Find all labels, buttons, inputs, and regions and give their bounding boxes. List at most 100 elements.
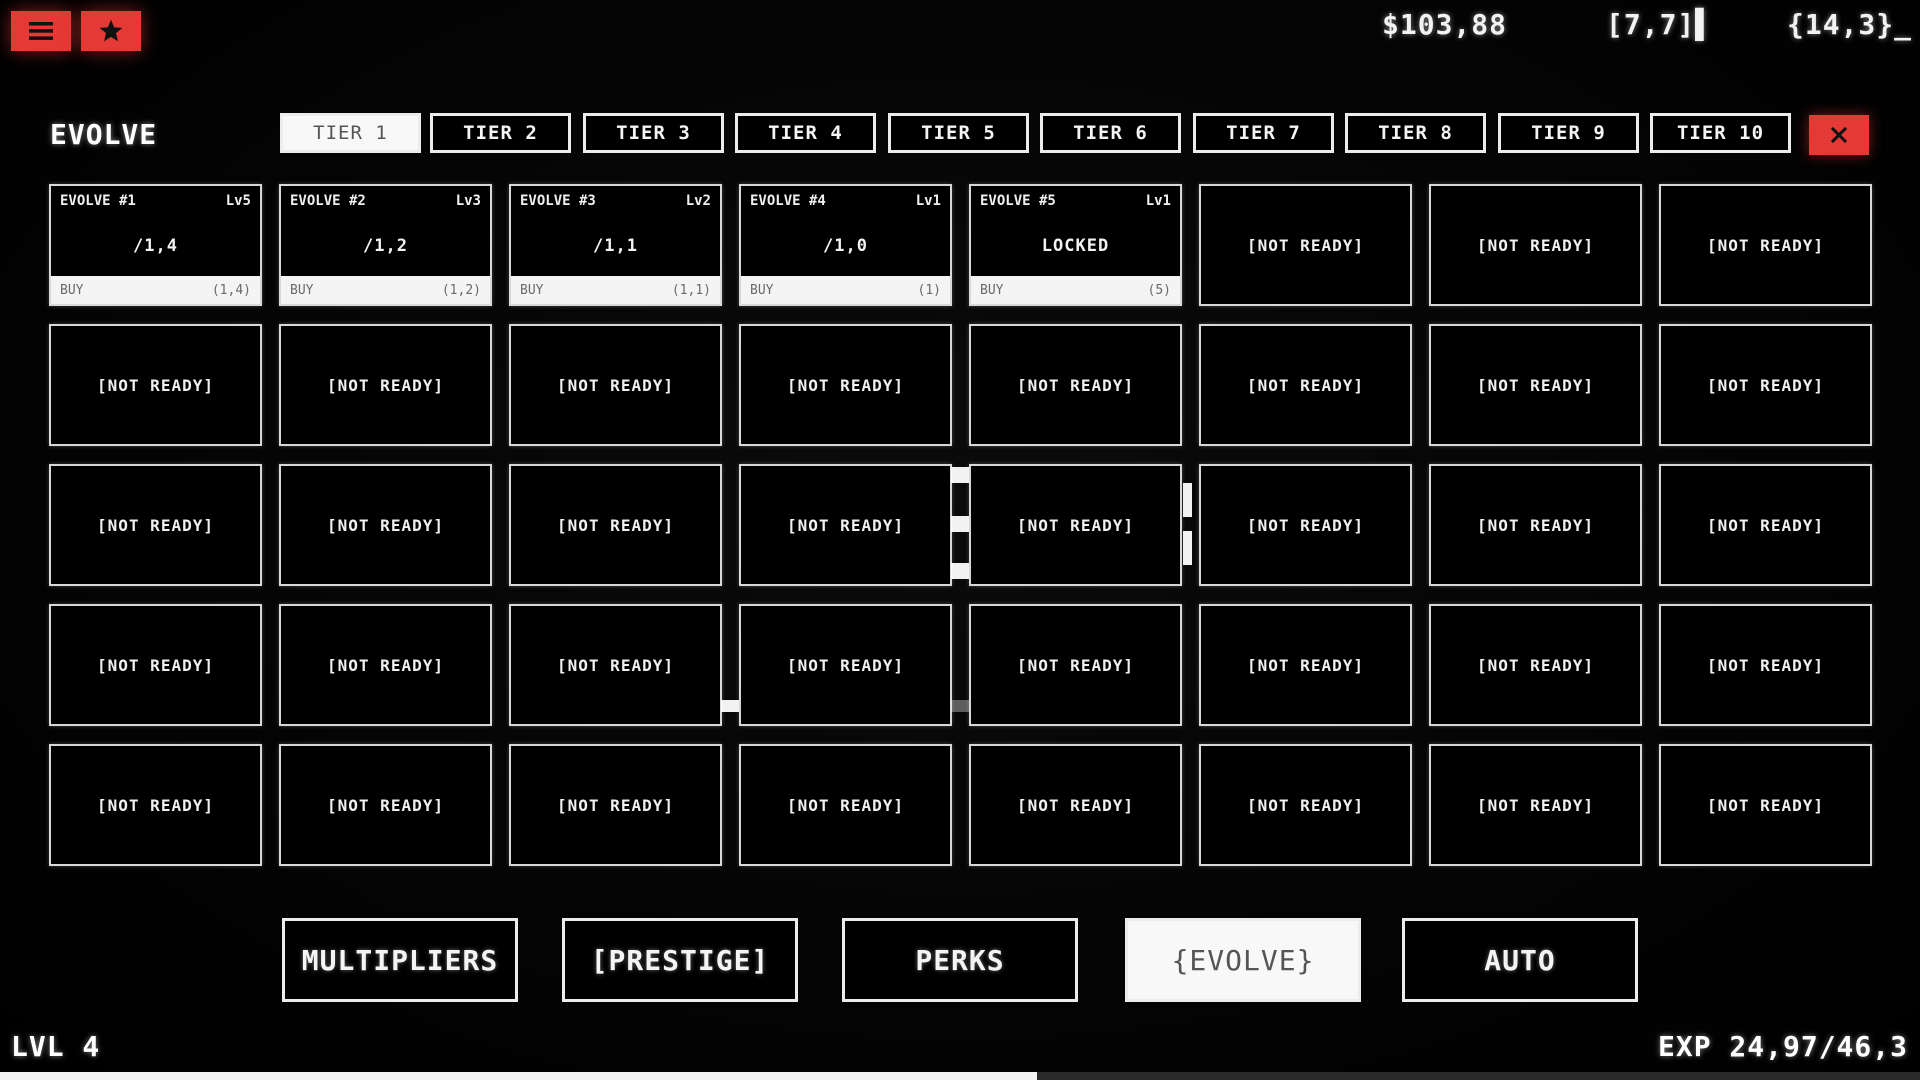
glitch-artifact xyxy=(1183,531,1192,565)
locked-slot[interactable]: [NOT READY] xyxy=(969,744,1182,866)
tier-tab-7[interactable]: TIER 7 xyxy=(1193,113,1334,153)
locked-slot[interactable]: [NOT READY] xyxy=(279,324,492,446)
experience-bar xyxy=(0,1072,1920,1080)
section-title: EVOLVE xyxy=(50,118,158,151)
not-ready-label: [NOT READY] xyxy=(557,655,674,675)
locked-slot[interactable]: [NOT READY] xyxy=(49,744,262,866)
locked-slot[interactable]: [NOT READY] xyxy=(739,604,952,726)
locked-slot[interactable]: [NOT READY] xyxy=(1429,744,1642,866)
locked-slot[interactable]: [NOT READY] xyxy=(1659,604,1872,726)
upgrade-level: Lv5 xyxy=(225,193,251,209)
tier-tab-5[interactable]: TIER 5 xyxy=(888,113,1029,153)
tier-tab-1[interactable]: TIER 1 xyxy=(280,113,421,153)
buy-button[interactable]: BUY (1,2) xyxy=(281,276,490,304)
not-ready-label: [NOT READY] xyxy=(1477,235,1594,255)
menu-button[interactable] xyxy=(11,11,71,51)
locked-slot[interactable]: [NOT READY] xyxy=(279,464,492,586)
buy-button[interactable]: BUY (5) xyxy=(971,276,1180,304)
locked-slot[interactable]: [NOT READY] xyxy=(969,604,1182,726)
locked-slot[interactable]: [NOT READY] xyxy=(279,744,492,866)
upgrade-name: EVOLVE #1 xyxy=(60,193,136,209)
locked-slot[interactable]: [NOT READY] xyxy=(509,464,722,586)
locked-slot[interactable]: [NOT READY] xyxy=(1199,184,1412,306)
locked-slot[interactable]: [NOT READY] xyxy=(1429,324,1642,446)
locked-slot[interactable]: [NOT READY] xyxy=(49,324,262,446)
upgrade-header: EVOLVE #1 Lv5 xyxy=(60,193,251,209)
not-ready-label: [NOT READY] xyxy=(1477,655,1594,675)
multipliers-nav-button[interactable]: MULTIPLIERS xyxy=(282,918,518,1002)
upgrade-name: EVOLVE #2 xyxy=(290,193,366,209)
tier-tab-9[interactable]: TIER 9 xyxy=(1498,113,1639,153)
upgrade-card[interactable]: EVOLVE #4 Lv1/1,0 BUY (1) xyxy=(739,184,952,306)
prestige-nav-button[interactable]: [PRESTIGE] xyxy=(562,918,798,1002)
upgrade-value: LOCKED xyxy=(1041,236,1110,256)
locked-slot[interactable]: [NOT READY] xyxy=(509,744,722,866)
upgrade-header: EVOLVE #5 Lv1 xyxy=(980,193,1171,209)
upgrade-card[interactable]: EVOLVE #3 Lv2/1,1 BUY (1,1) xyxy=(509,184,722,306)
auto-nav-button[interactable]: AUTO xyxy=(1402,918,1638,1002)
locked-slot[interactable]: [NOT READY] xyxy=(1199,744,1412,866)
locked-slot[interactable]: [NOT READY] xyxy=(1429,464,1642,586)
locked-slot[interactable]: [NOT READY] xyxy=(1199,324,1412,446)
not-ready-label: [NOT READY] xyxy=(1247,375,1364,395)
locked-slot[interactable]: [NOT READY] xyxy=(1659,464,1872,586)
tier-tab-8[interactable]: TIER 8 xyxy=(1345,113,1486,153)
not-ready-label: [NOT READY] xyxy=(1477,375,1594,395)
buy-button[interactable]: BUY (1) xyxy=(741,276,950,304)
locked-slot[interactable]: [NOT READY] xyxy=(509,324,722,446)
not-ready-label: [NOT READY] xyxy=(1707,655,1824,675)
not-ready-label: [NOT READY] xyxy=(1477,515,1594,535)
locked-slot[interactable]: [NOT READY] xyxy=(969,464,1182,586)
upgrade-level: Lv1 xyxy=(915,193,941,209)
coordinate-b: {14,3}_ xyxy=(1787,8,1913,41)
locked-slot[interactable]: [NOT READY] xyxy=(279,604,492,726)
not-ready-label: [NOT READY] xyxy=(1247,655,1364,675)
upgrade-card[interactable]: EVOLVE #1 Lv5/1,4 BUY (1,4) xyxy=(49,184,262,306)
locked-slot[interactable]: [NOT READY] xyxy=(1429,184,1642,306)
perks-nav-button[interactable]: PERKS xyxy=(842,918,1078,1002)
upgrade-level: Lv1 xyxy=(1145,193,1171,209)
favorites-button[interactable] xyxy=(81,11,141,51)
not-ready-label: [NOT READY] xyxy=(557,515,674,535)
not-ready-label: [NOT READY] xyxy=(1247,235,1364,255)
locked-slot[interactable]: [NOT READY] xyxy=(49,464,262,586)
locked-slot[interactable]: [NOT READY] xyxy=(969,324,1182,446)
upgrade-card[interactable]: EVOLVE #2 Lv3/1,2 BUY (1,2) xyxy=(279,184,492,306)
tier-tab-4[interactable]: TIER 4 xyxy=(735,113,876,153)
tier-tab-2[interactable]: TIER 2 xyxy=(430,113,571,153)
not-ready-label: [NOT READY] xyxy=(1017,375,1134,395)
locked-slot[interactable]: [NOT READY] xyxy=(739,744,952,866)
experience-bar-fill xyxy=(0,1072,1037,1080)
upgrade-header: EVOLVE #4 Lv1 xyxy=(750,193,941,209)
buy-label: BUY xyxy=(520,282,544,298)
upgrade-value: /1,0 xyxy=(823,236,868,256)
tier-tab-6[interactable]: TIER 6 xyxy=(1040,113,1181,153)
locked-slot[interactable]: [NOT READY] xyxy=(1659,744,1872,866)
buy-button[interactable]: BUY (1,4) xyxy=(51,276,260,304)
evolve-nav-button[interactable]: {EVOLVE} xyxy=(1125,918,1361,1002)
upgrade-card[interactable]: EVOLVE #5 Lv1 LOCKED BUY (5) xyxy=(969,184,1182,306)
locked-slot[interactable]: [NOT READY] xyxy=(1429,604,1642,726)
not-ready-label: [NOT READY] xyxy=(327,795,444,815)
close-button[interactable] xyxy=(1809,115,1869,155)
locked-slot[interactable]: [NOT READY] xyxy=(509,604,722,726)
locked-slot[interactable]: [NOT READY] xyxy=(49,604,262,726)
locked-slot[interactable]: [NOT READY] xyxy=(1199,464,1412,586)
coordinate-a: [7,7]▌ xyxy=(1606,8,1714,41)
not-ready-label: [NOT READY] xyxy=(97,795,214,815)
experience-counter: EXP 24,97/46,3 xyxy=(1657,1030,1908,1063)
locked-slot[interactable]: [NOT READY] xyxy=(739,464,952,586)
locked-slot[interactable]: [NOT READY] xyxy=(1659,324,1872,446)
not-ready-label: [NOT READY] xyxy=(97,375,214,395)
tier-tab-3[interactable]: TIER 3 xyxy=(583,113,724,153)
buy-cost: (1) xyxy=(917,282,941,298)
buy-button[interactable]: BUY (1,1) xyxy=(511,276,720,304)
buy-label: BUY xyxy=(750,282,774,298)
tier-tab-10[interactable]: TIER 10 xyxy=(1650,113,1791,153)
locked-slot[interactable]: [NOT READY] xyxy=(1659,184,1872,306)
upgrade-value: /1,4 xyxy=(133,236,178,256)
upgrade-header: EVOLVE #2 Lv3 xyxy=(290,193,481,209)
not-ready-label: [NOT READY] xyxy=(557,375,674,395)
locked-slot[interactable]: [NOT READY] xyxy=(1199,604,1412,726)
locked-slot[interactable]: [NOT READY] xyxy=(739,324,952,446)
